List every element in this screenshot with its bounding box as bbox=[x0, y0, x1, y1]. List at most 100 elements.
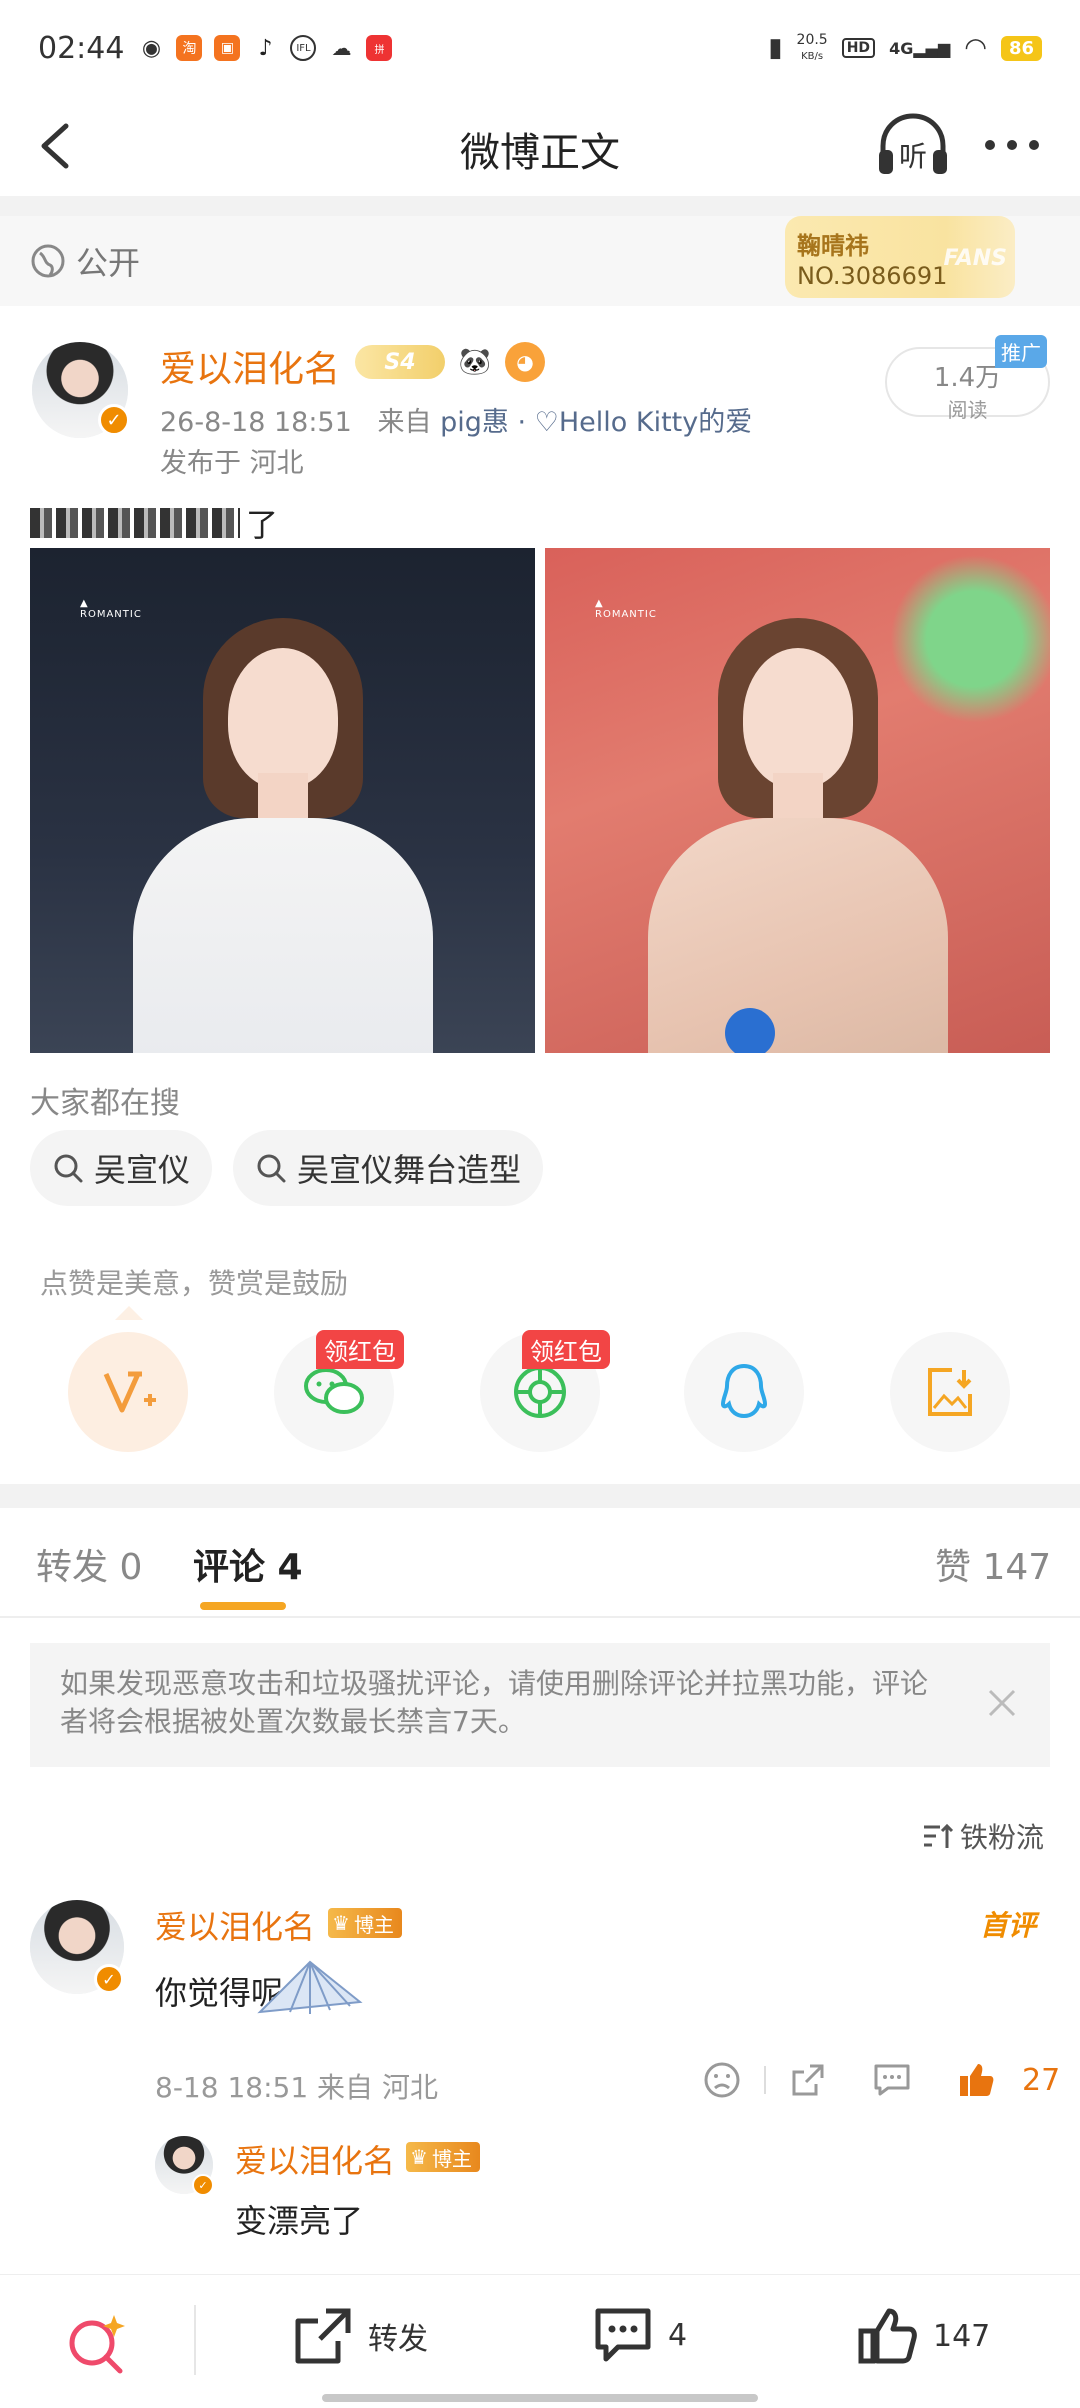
comment-author[interactable]: 爱以泪化名 bbox=[155, 1902, 315, 1948]
search-icon bbox=[54, 1154, 83, 1183]
tab-comments[interactable]: 评论 4 bbox=[193, 1538, 303, 1590]
photo-brand-mark: ▲ ROMANTIC bbox=[80, 598, 142, 620]
post-photo-2[interactable]: ▲ ROMANTIC bbox=[545, 548, 1050, 1053]
home-indicator[interactable] bbox=[322, 2394, 758, 2402]
promo-tag: 推广 bbox=[995, 335, 1047, 368]
like-icon[interactable] bbox=[956, 2060, 996, 2100]
signal-icon: 4G▂▄▆ bbox=[889, 38, 951, 58]
visibility-label: 公开 bbox=[30, 238, 140, 284]
moments-icon bbox=[514, 1366, 566, 1418]
sort-icon bbox=[924, 1823, 954, 1848]
search-icon bbox=[257, 1154, 286, 1183]
listen-headphone-icon[interactable]: 听 bbox=[875, 110, 951, 180]
qq-icon bbox=[720, 1363, 768, 1419]
post-source[interactable]: pig惠 · ♡Hello Kitty的爱 bbox=[440, 407, 752, 438]
post-text-suffix: 了 bbox=[246, 506, 279, 544]
share-icon[interactable] bbox=[788, 2060, 828, 2100]
pinduoduo-app-icon: 拼 bbox=[366, 35, 393, 61]
ai-search-icon[interactable] bbox=[64, 2311, 128, 2375]
section-gap bbox=[0, 1484, 1080, 1508]
blogger-tag: ♛ 博主 bbox=[328, 1908, 402, 1938]
fans-card[interactable]: 鞠晴祎 NO.3086691 FANS bbox=[785, 216, 1015, 298]
repost-button[interactable]: 转发 bbox=[292, 2305, 428, 2367]
network-type: 4G bbox=[889, 38, 914, 58]
blogger-tag-text: 博主 bbox=[431, 2146, 472, 2171]
repost-label: 转发 bbox=[368, 2322, 428, 2357]
net-speed-unit: KB/s bbox=[801, 50, 824, 62]
v-plus-icon bbox=[103, 1371, 156, 1413]
post-text: 了 bbox=[30, 500, 278, 546]
reply-icon[interactable] bbox=[872, 2060, 912, 2100]
fans-tag: FANS bbox=[943, 246, 1007, 271]
save-image-button[interactable] bbox=[890, 1332, 1010, 1452]
toolbar-separator bbox=[194, 2305, 196, 2375]
bottom-toolbar: 转发 4 147 bbox=[0, 2274, 1080, 2408]
dislike-icon[interactable] bbox=[702, 2060, 742, 2100]
globe-icon bbox=[31, 244, 65, 278]
microphone-shape bbox=[725, 1008, 775, 1053]
crown-icon: ♛ bbox=[332, 1911, 350, 1935]
tiktok-app-icon: ♪ bbox=[252, 35, 279, 61]
like-count: 147 bbox=[933, 2318, 991, 2354]
ifly-app-icon: IFL bbox=[290, 35, 317, 61]
post-photo-1[interactable]: ▲ ROMANTIC bbox=[30, 548, 535, 1053]
level-text: S4 bbox=[384, 349, 416, 375]
praise-text: 点赞是美意，赞赏是鼓励 bbox=[40, 1267, 349, 1300]
comment-like-count: 27 bbox=[1022, 2062, 1061, 2098]
notice-text: 如果发现恶意攻击和垃圾骚扰评论，请使用删除评论并拉黑功能，评论者将会根据被处置次… bbox=[60, 1667, 929, 1738]
listen-label: 听 bbox=[899, 140, 927, 173]
hd-badge: HD bbox=[841, 38, 876, 58]
visibility-row: 公开 鞠晴祎 NO.3086691 FANS bbox=[0, 216, 1080, 306]
nav-bar: 微博正文 听 bbox=[0, 96, 1080, 196]
author-name[interactable]: 爱以泪化名 bbox=[160, 340, 340, 392]
crown-icon: ♛ bbox=[410, 2145, 428, 2169]
vibrate-icon: ▮ bbox=[768, 33, 783, 63]
status-time: 02:44 bbox=[38, 30, 125, 66]
blogger-tag-text: 博主 bbox=[353, 1912, 394, 1937]
reply-author[interactable]: 爱以泪化名 bbox=[235, 2136, 395, 2182]
comment-notice: 如果发现恶意攻击和垃圾骚扰评论，请使用删除评论并拉黑功能，评论者将会根据被处置次… bbox=[30, 1643, 1050, 1767]
wechat-icon bbox=[304, 1368, 364, 1414]
reward-button[interactable] bbox=[68, 1332, 188, 1452]
verified-badge-icon: ✓ bbox=[192, 2174, 214, 2196]
comment-count: 4 bbox=[668, 2317, 688, 2353]
red-packet-tag: 领红包 bbox=[522, 1330, 610, 1369]
search-chip-label: 吴宣仪舞台造型 bbox=[297, 1151, 522, 1189]
net-speed-value: 20.5 bbox=[796, 31, 828, 48]
search-chip-label: 吴宣仪 bbox=[94, 1151, 191, 1189]
source-prefix: 来自 bbox=[377, 407, 432, 438]
search-chip[interactable]: 吴宣仪 bbox=[30, 1130, 213, 1206]
share-qq-button[interactable] bbox=[684, 1332, 804, 1452]
red-packet-tag: 领红包 bbox=[316, 1330, 404, 1369]
comment-tabs: 转发 0 评论 4 赞 147 bbox=[0, 1508, 1080, 1618]
like-button[interactable]: 147 bbox=[857, 2305, 990, 2367]
save-image-icon bbox=[928, 1368, 972, 1416]
status-bar: 02:44 ◉ 淘 ▣ ♪ IFL ☁ 拼 ▮ 20.5 KB/s HD 4G▂▄… bbox=[0, 0, 1080, 96]
sort-label: 铁粉流 bbox=[960, 1821, 1045, 1854]
author-badges: S4 🐼 ◕ bbox=[355, 342, 545, 382]
search-chip[interactable]: 吴宣仪舞台造型 bbox=[233, 1130, 544, 1206]
post-timestamp: 26-8-18 18:51 bbox=[160, 407, 352, 438]
section-gap bbox=[0, 196, 1080, 216]
sort-button[interactable]: 铁粉流 bbox=[922, 1816, 1044, 1856]
tab-likes[interactable]: 赞 147 bbox=[935, 1538, 1051, 1590]
photo-brand-mark: ▲ ROMANTIC bbox=[595, 598, 657, 620]
verified-badge-icon: ✓ bbox=[98, 404, 130, 436]
tab-repost[interactable]: 转发 0 bbox=[36, 1538, 142, 1590]
first-comment-tag: 首评 bbox=[980, 1909, 1037, 1942]
redacted-text bbox=[30, 508, 240, 538]
reads-label: 阅读 bbox=[947, 398, 988, 422]
net-speed: 20.5 KB/s bbox=[796, 31, 828, 64]
repost-icon bbox=[295, 2308, 351, 2364]
action-divider bbox=[764, 2066, 766, 2094]
level-badge[interactable]: S4 bbox=[355, 345, 445, 379]
comment-button[interactable]: 4 bbox=[592, 2305, 687, 2365]
store-app-icon: ▣ bbox=[214, 35, 241, 61]
thumbs-up-icon bbox=[858, 2308, 917, 2364]
blogger-tag: ♛ 博主 bbox=[406, 2142, 480, 2172]
fans-name: 鞠晴祎 bbox=[797, 232, 869, 260]
close-icon[interactable] bbox=[984, 1685, 1020, 1721]
fans-number: NO.3086691 bbox=[797, 262, 948, 290]
weibo-app-icon: ◉ bbox=[138, 35, 165, 61]
more-options-icon[interactable] bbox=[980, 120, 1044, 170]
